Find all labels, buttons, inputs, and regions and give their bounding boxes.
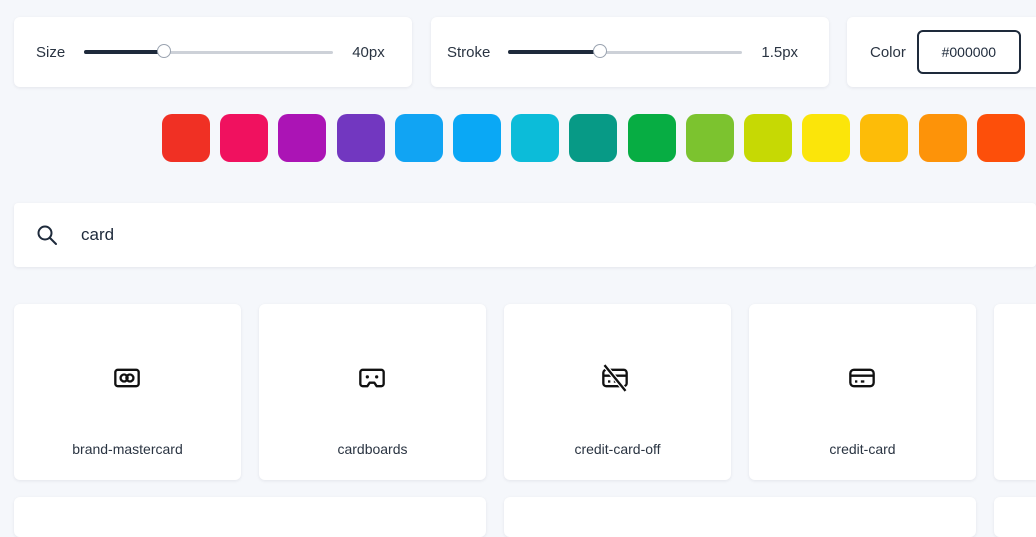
color-input[interactable]: #000000 — [916, 30, 1021, 74]
icon-tile-brand-mastercard[interactable]: brand-mastercard — [14, 304, 241, 480]
icon-tile-row2[interactable] — [994, 497, 1036, 537]
icon-tile-label: credit-card-off — [574, 441, 661, 457]
icon-tile-credit-card[interactable]: credit-card — [749, 304, 976, 480]
swatch-pink[interactable] — [220, 114, 268, 162]
stroke-value: 1.5px — [761, 43, 799, 61]
swatch-amber[interactable] — [860, 114, 908, 162]
stroke-label: Stroke — [447, 43, 491, 61]
swatch-cyan[interactable] — [511, 114, 559, 162]
swatch-grape[interactable] — [278, 114, 326, 162]
icon-tile-row2[interactable] — [504, 497, 976, 537]
swatch-green[interactable] — [628, 114, 676, 162]
stroke-control: Stroke 1.5px — [431, 17, 829, 87]
swatch-lime[interactable] — [686, 114, 734, 162]
stroke-slider-thumb[interactable] — [592, 44, 607, 58]
color-control: Color #000000 — [847, 17, 1036, 87]
swatch-red[interactable] — [162, 114, 210, 162]
icon-tile-cardboards[interactable]: cardboards — [259, 304, 486, 480]
cardboards-icon — [359, 368, 385, 388]
size-control: Size 40px — [14, 17, 412, 87]
size-slider-thumb[interactable] — [156, 44, 171, 58]
size-value: 40px — [352, 43, 385, 61]
icon-tile-partial[interactable] — [994, 304, 1036, 480]
swatch-blue[interactable] — [395, 114, 443, 162]
stroke-slider[interactable] — [508, 43, 743, 61]
icon-tile-row2[interactable] — [14, 497, 486, 537]
swatch-orange[interactable] — [919, 114, 967, 162]
swatch-yellow[interactable] — [802, 114, 850, 162]
icon-tile-credit-card-off[interactable]: credit-card-off — [504, 304, 731, 480]
search-icon — [37, 225, 57, 245]
brand-mastercard-icon — [114, 368, 140, 388]
icon-tile-label: cardboards — [337, 441, 408, 457]
icon-tile-label: credit-card — [829, 441, 896, 457]
swatch-violet[interactable] — [337, 114, 385, 162]
size-label: Size — [36, 43, 66, 61]
credit-card-off-icon — [602, 364, 628, 392]
icon-tile-label: brand-mastercard — [72, 441, 183, 457]
swatch-lime-yellow[interactable] — [744, 114, 792, 162]
credit-card-icon — [849, 368, 875, 388]
swatch-azure[interactable] — [453, 114, 501, 162]
size-slider[interactable] — [84, 43, 334, 61]
swatch-teal[interactable] — [569, 114, 617, 162]
search-input[interactable]: card — [81, 225, 114, 245]
swatch-red-orange[interactable] — [977, 114, 1025, 162]
search-bar[interactable]: card — [14, 203, 1036, 267]
color-label: Color — [870, 43, 906, 61]
